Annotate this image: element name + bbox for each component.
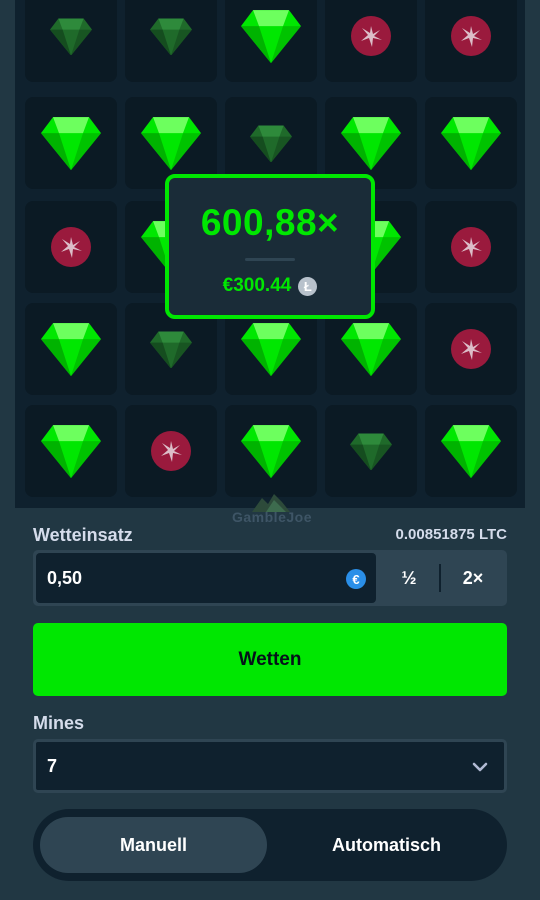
chevron-down-icon [472,762,488,772]
place-bet-button[interactable]: Wetten [33,623,507,696]
mine-tile[interactable] [25,201,117,293]
mine-tile[interactable] [425,303,517,395]
mine-tile[interactable] [25,303,117,395]
bet-amount-input[interactable]: 0,50 € [36,553,376,603]
mine-tile[interactable] [225,405,317,497]
gem-icon [41,323,101,377]
gem-icon [350,433,392,471]
gem-icon [41,425,101,479]
mine-tile[interactable] [425,201,517,293]
mine-icon [351,16,391,56]
mine-icon [451,227,491,267]
mine-tile[interactable] [25,97,117,189]
manual-mode-tab[interactable]: Manuell [40,817,267,873]
auto-mode-tab[interactable]: Automatisch [273,817,500,873]
mine-icon [51,227,91,267]
gem-icon [150,331,192,369]
mine-tile[interactable] [225,0,317,82]
mines-count-select[interactable]: 7 [33,739,507,793]
gem-icon [341,117,401,171]
gem-icon [41,117,101,171]
mine-tile[interactable] [425,97,517,189]
gem-icon [250,125,292,163]
bet-amount-control: 0,50 € ½ 2× [33,550,507,606]
gem-icon [241,323,301,377]
mine-tile[interactable] [425,405,517,497]
mine-tile[interactable] [25,0,117,82]
bet-crypto-amount: 0.00851875 LTC [395,526,507,543]
mine-tile[interactable] [25,405,117,497]
win-payout: €300.44 Ł [169,275,371,297]
win-multiplier: 600,88× [200,202,340,243]
mine-icon [451,16,491,56]
gem-icon [150,18,192,56]
mode-toggle: Manuell Automatisch [33,809,507,881]
double-bet-button[interactable]: 2× [441,550,505,606]
mines-label: Mines [33,713,85,733]
litecoin-icon: Ł [298,276,318,296]
win-payout-amount: €300.44 [222,275,292,296]
mines-count-value: 7 [47,755,58,776]
mine-icon [451,329,491,369]
mine-icon [151,431,191,471]
watermark-text: GambleJoe [232,509,312,525]
mine-tile[interactable] [125,0,217,82]
gem-icon [241,10,301,64]
bet-amount-value: 0,50 [47,567,83,588]
gem-icon [241,425,301,479]
win-popup: 600,88× €300.44 Ł [165,174,375,319]
gamblejoe-watermark: GambleJoe [222,490,322,526]
gem-icon [341,323,401,377]
gem-icon [141,117,201,171]
gem-icon [441,117,501,171]
mine-tile[interactable] [325,0,417,82]
mine-tile[interactable] [425,0,517,82]
bet-amount-label: Wetteinsatz [33,525,133,545]
popup-divider [245,258,295,261]
euro-icon: € [346,569,366,589]
half-bet-button[interactable]: ½ [377,550,441,606]
gem-icon [441,425,501,479]
gem-icon [50,18,92,56]
mine-tile[interactable] [325,405,417,497]
mine-tile[interactable] [125,405,217,497]
